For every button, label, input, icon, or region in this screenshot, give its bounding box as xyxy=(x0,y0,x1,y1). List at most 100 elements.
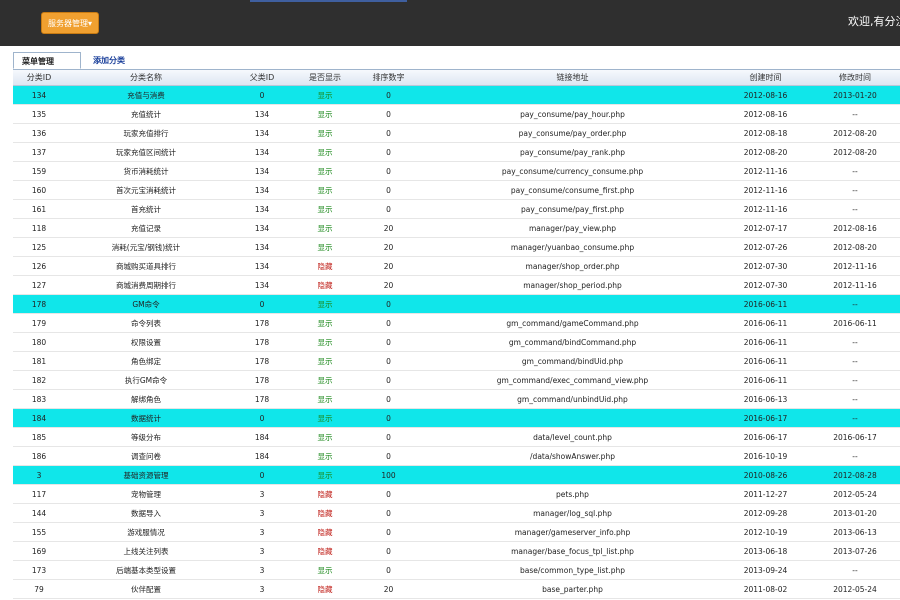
table-row[interactable]: 178 GM命令 0 显示 0 2016-06-11 -- xyxy=(13,294,900,314)
table-row[interactable]: 144 数据导入 3 隐藏 0 manager/log_sql.php 2012-09-28… xyxy=(13,503,900,523)
cell-category-id: 180 xyxy=(13,332,65,352)
header-created-time: 创建时间 xyxy=(721,70,810,86)
cell-link-url: manager/pay_view.php xyxy=(424,218,721,238)
table-row[interactable]: 3 基础资源管理 0 显示 100 2010-08-26 2012-08-28 xyxy=(13,465,900,485)
cell-category-name[interactable]: 解绑角色 xyxy=(65,389,227,409)
table-row[interactable]: 135 充值统计 134 显示 0 pay_consume/pay_hour.php 201… xyxy=(13,104,900,124)
cell-category-id: 118 xyxy=(13,218,65,238)
cell-category-name[interactable]: 货币消耗统计 xyxy=(65,161,227,181)
cell-category-name[interactable]: 执行GM命令 xyxy=(65,370,227,390)
table-row[interactable]: 79 伙伴配置 3 隐藏 20 base_parter.php 2011-08-02 2012… xyxy=(13,579,900,599)
table-row[interactable]: 160 首次元宝消耗统计 134 显示 0 pay_consume/consume_fir… xyxy=(13,180,900,200)
cell-modified-time: -- xyxy=(810,180,900,200)
cell-category-name[interactable]: 权限设置 xyxy=(65,332,227,352)
tab-menu-management[interactable]: 菜单管理 xyxy=(13,52,81,69)
cell-category-name[interactable]: 后端基本类型设置 xyxy=(65,560,227,580)
cell-category-id: 127 xyxy=(13,275,65,295)
cell-category-name[interactable]: 角色绑定 xyxy=(65,351,227,371)
cell-category-name[interactable]: 充值记录 xyxy=(65,218,227,238)
cell-created-time: 2012-08-20 xyxy=(721,142,810,162)
table-row[interactable]: 184 数据统计 0 显示 0 2016-06-17 -- xyxy=(13,408,900,428)
table-row[interactable]: 134 充值与消费 0 显示 0 2012-08-16 2013-01-20 xyxy=(13,85,900,105)
cell-modified-time: -- xyxy=(810,332,900,352)
table-row[interactable]: 173 后端基本类型设置 3 显示 0 base/common_type_list.php… xyxy=(13,560,900,580)
cell-link-url xyxy=(424,294,721,314)
cell-category-id: 155 xyxy=(13,522,65,542)
cell-modified-time: -- xyxy=(810,560,900,580)
cell-visible: 显示 xyxy=(297,351,353,371)
cell-category-name[interactable]: 伙伴配置 xyxy=(65,579,227,599)
cell-parent-id: 184 xyxy=(227,427,297,447)
cell-category-name[interactable]: 商城购买道具排行 xyxy=(65,256,227,276)
cell-category-name[interactable]: 首次元宝消耗统计 xyxy=(65,180,227,200)
cell-visible: 显示 xyxy=(297,370,353,390)
category-table: 分类ID 分类名称 父类ID 是否显示 排序数字 链接地址 创建时间 修改时间 … xyxy=(13,70,900,599)
cell-category-name[interactable]: 数据导入 xyxy=(65,503,227,523)
table-row[interactable]: 179 命令列表 178 显示 0 gm_command/gameCommand.php 2… xyxy=(13,313,900,333)
table-row[interactable]: 125 消耗(元宝/钢钱)统计 134 显示 20 manager/yuanbao_con… xyxy=(13,237,900,257)
cell-modified-time: -- xyxy=(810,294,900,314)
table-row[interactable]: 159 货币消耗统计 134 显示 0 pay_consume/currency_cons… xyxy=(13,161,900,181)
cell-category-id: 79 xyxy=(13,579,65,599)
cell-link-url: gm_command/bindCommand.php xyxy=(424,332,721,352)
cell-created-time: 2013-09-24 xyxy=(721,560,810,580)
table-row[interactable]: 161 首充统计 134 显示 0 pay_consume/pay_first.php 20… xyxy=(13,199,900,219)
table-row[interactable]: 126 商城购买道具排行 134 隐藏 20 manager/shop_order.php… xyxy=(13,256,900,276)
table-row[interactable]: 183 解绑角色 178 显示 0 gm_command/unbindUid.php 201… xyxy=(13,389,900,409)
cell-link-url: pay_consume/pay_hour.php xyxy=(424,104,721,124)
header-category-name: 分类名称 xyxy=(65,70,227,86)
table-row[interactable]: 169 上线关注列表 3 隐藏 0 manager/base_focus_tpl_list… xyxy=(13,541,900,561)
cell-category-name[interactable]: 商城消费周期排行 xyxy=(65,275,227,295)
cell-link-url: pay_consume/pay_first.php xyxy=(424,199,721,219)
table-row[interactable]: 127 商城消费周期排行 134 隐藏 20 manager/shop_period.ph… xyxy=(13,275,900,295)
cell-visible: 显示 xyxy=(297,142,353,162)
cell-category-name[interactable]: 玩家充值区间统计 xyxy=(65,142,227,162)
cell-category-name[interactable]: 调查问卷 xyxy=(65,446,227,466)
cell-category-name[interactable]: 充值与消费 xyxy=(65,85,227,105)
cell-category-name[interactable]: 数据统计 xyxy=(65,408,227,428)
cell-visible: 显示 xyxy=(297,427,353,447)
cell-category-name[interactable]: 上线关注列表 xyxy=(65,541,227,561)
table-row[interactable]: 180 权限设置 178 显示 0 gm_command/bindCommand.php 2… xyxy=(13,332,900,352)
cell-created-time: 2011-12-27 xyxy=(721,484,810,504)
cell-category-id: 181 xyxy=(13,351,65,371)
cell-parent-id: 134 xyxy=(227,256,297,276)
cell-visible: 显示 xyxy=(297,313,353,333)
cell-sort-number: 20 xyxy=(353,256,424,276)
table-row[interactable]: 182 执行GM命令 178 显示 0 gm_command/exec_command_v… xyxy=(13,370,900,390)
table-row[interactable]: 181 角色绑定 178 显示 0 gm_command/bindUid.php 2016-… xyxy=(13,351,900,371)
cell-category-name[interactable]: 宠物管理 xyxy=(65,484,227,504)
cell-modified-time: 2012-11-16 xyxy=(810,275,900,295)
cell-category-name[interactable]: 玩家充值排行 xyxy=(65,123,227,143)
cell-category-id: 3 xyxy=(13,465,65,485)
table-row[interactable]: 117 宠物管理 3 隐藏 0 pets.php 2011-12-27 2012-05-24 xyxy=(13,484,900,504)
cell-category-name[interactable]: 命令列表 xyxy=(65,313,227,333)
table-row[interactable]: 186 调查问卷 184 显示 0/data/showAnswer.php 2016-10… xyxy=(13,446,900,466)
table-row[interactable]: 137 玩家充值区间统计 134 显示 0 pay_consume/pay_rank.ph… xyxy=(13,142,900,162)
cell-category-name[interactable]: 游戏服情况 xyxy=(65,522,227,542)
cell-parent-id: 0 xyxy=(227,465,297,485)
cell-parent-id: 178 xyxy=(227,332,297,352)
table-row[interactable]: 185 等级分布 184 显示 0 data/level_count.php 2016-06… xyxy=(13,427,900,447)
server-management-button[interactable]: 服务器管理▾ xyxy=(41,12,99,34)
cell-sort-number: 0 xyxy=(353,161,424,181)
cell-category-id: 186 xyxy=(13,446,65,466)
cell-category-name[interactable]: 基础资源管理 xyxy=(65,465,227,485)
cell-created-time: 2012-08-16 xyxy=(721,85,810,105)
table-row[interactable]: 136 玩家充值排行 134 显示 0 pay_consume/pay_order.php… xyxy=(13,123,900,143)
cell-visible: 隐藏 xyxy=(297,484,353,504)
cell-category-name[interactable]: 充值统计 xyxy=(65,104,227,124)
cell-category-name[interactable]: 消耗(元宝/钢钱)统计 xyxy=(65,237,227,257)
cell-modified-time: 2012-11-16 xyxy=(810,256,900,276)
tab-add-category[interactable]: 添加分类 xyxy=(85,52,133,69)
cell-category-name[interactable]: GM命令 xyxy=(65,294,227,314)
table-row[interactable]: 118 充值记录 134 显示 20 manager/pay_view.php 2012-0… xyxy=(13,218,900,238)
cell-parent-id: 134 xyxy=(227,218,297,238)
cell-modified-time: 2013-07-26 xyxy=(810,541,900,561)
cell-category-name[interactable]: 等级分布 xyxy=(65,427,227,447)
cell-parent-id: 0 xyxy=(227,294,297,314)
cell-category-name[interactable]: 首充统计 xyxy=(65,199,227,219)
cell-link-url: manager/yuanbao_consume.php xyxy=(424,237,721,257)
table-row[interactable]: 155 游戏服情况 3 隐藏 0 manager/gameserver_info.php 2… xyxy=(13,522,900,542)
cell-category-id: 117 xyxy=(13,484,65,504)
